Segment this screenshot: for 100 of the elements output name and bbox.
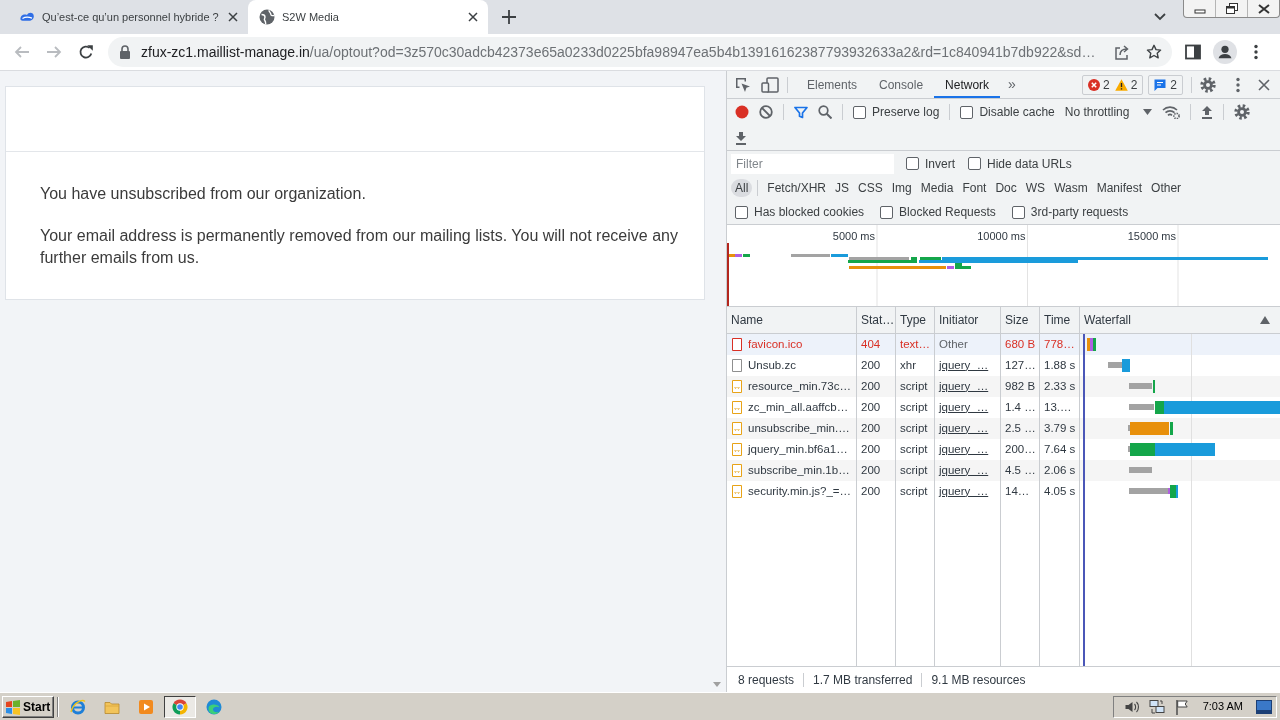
checkbox-label[interactable]: Blocked Requests	[899, 203, 996, 221]
share-icon[interactable]	[1114, 44, 1130, 60]
plus-icon[interactable]	[502, 10, 516, 24]
checkbox[interactable]	[880, 205, 894, 219]
type-filter-button[interactable]: Img	[887, 179, 916, 197]
column-header[interactable]: Type	[896, 307, 935, 333]
message-text: You have unsubscribed from our organization.	[40, 184, 367, 204]
settings-icon[interactable]	[1234, 104, 1251, 120]
checkbox[interactable]	[906, 157, 919, 170]
initiator-link[interactable]: jquery_…	[939, 398, 989, 417]
checkbox[interactable]	[1011, 205, 1025, 219]
column-header[interactable]: Time	[1040, 307, 1080, 333]
sort-arrow-icon[interactable]	[1260, 316, 1270, 324]
device-icon[interactable]	[761, 76, 779, 93]
star-icon[interactable]	[1146, 44, 1162, 60]
type-filter-button[interactable]: Media	[916, 179, 958, 197]
type-filter-button[interactable]: Fetch/XHR	[763, 179, 831, 197]
type-filter-button[interactable]: Doc	[991, 179, 1021, 197]
search-icon[interactable]	[818, 105, 832, 119]
taskbar-button[interactable]	[164, 695, 196, 718]
status-text: 8 requests	[729, 672, 805, 687]
column-header[interactable]: Stat…	[857, 307, 896, 333]
flag-icon[interactable]	[1173, 698, 1190, 715]
initiator-link[interactable]: jquery_…	[939, 482, 989, 501]
close-icon[interactable]	[228, 12, 238, 22]
panel-tab[interactable]: Console	[868, 71, 935, 98]
clock[interactable]: 7:03 AM	[1202, 698, 1243, 715]
address-bar[interactable]: zfux-zc1.maillist-manage.in/ua/optout?od=3z570c30adcb42373e65a0233d0225bfa98947ea5b4b13916162387793932633a2&rd=1c840941b7db922&sd…	[108, 37, 1172, 67]
more-tabs-button[interactable]: »	[1000, 74, 1024, 95]
close-icon[interactable]	[1257, 3, 1270, 14]
initiator-link[interactable]: jquery_…	[939, 377, 989, 396]
chevron-down-icon[interactable]	[1154, 13, 1166, 21]
table-row[interactable]: resource_min.73c… 200 script jquery_… 982 B 2.33 s	[727, 376, 1280, 397]
close-icon[interactable]	[468, 12, 478, 22]
type-filter-button[interactable]: JS	[831, 179, 854, 197]
upload-icon[interactable]	[1201, 105, 1214, 119]
reload-icon[interactable]	[78, 44, 94, 60]
initiator-link[interactable]: jquery_…	[939, 356, 989, 375]
start-button[interactable]: Start	[2, 695, 54, 718]
filter-icon[interactable]	[794, 105, 808, 119]
file-name[interactable]: jquery_min.bf6a1…	[748, 440, 848, 459]
file-name[interactable]: Unsub.zc	[748, 356, 796, 375]
checkbox-label[interactable]: 3rd-party requests	[1030, 203, 1129, 221]
checkbox-label[interactable]: Invert	[925, 154, 955, 173]
network-icon[interactable]	[1148, 698, 1165, 715]
sidebar-icon[interactable]	[1185, 44, 1201, 60]
swirl-logo-icon	[206, 698, 222, 715]
type-filter-button[interactable]: Manifest	[1092, 179, 1147, 197]
initiator-link[interactable]: jquery_…	[939, 440, 989, 459]
panel-tab[interactable]: Elements	[796, 71, 869, 98]
clear-icon[interactable]	[759, 105, 773, 119]
messages-button[interactable]: 2	[1148, 74, 1183, 95]
type-filter-button[interactable]: Font	[958, 179, 991, 197]
close-icon[interactable]	[1258, 78, 1270, 91]
checkbox-label[interactable]: Disable cache	[979, 103, 1055, 121]
type-filter-button[interactable]: CSS	[854, 179, 887, 197]
initiator-link[interactable]: jquery_…	[939, 461, 989, 480]
table-row[interactable]: security.min.js?_=… 200 script jquery_… 14… 4.05 s	[727, 481, 1280, 502]
checkbox[interactable]	[735, 205, 748, 219]
throttling-select[interactable]: No throttling	[1064, 103, 1153, 121]
initiator-link[interactable]: jquery_…	[939, 419, 989, 438]
filter-input[interactable]: Filter	[731, 153, 894, 174]
record-icon[interactable]	[735, 105, 749, 119]
browser-tab[interactable]: S2W Media	[248, 0, 488, 34]
settings-icon[interactable]	[1200, 76, 1216, 93]
file-name[interactable]: resource_min.73c…	[748, 377, 851, 396]
file-name[interactable]: zc_min_all.aaffcb…	[748, 398, 849, 417]
table-row[interactable]: unsubscribe_min.… 200 script jquery_… 2.5 … 3.79 s	[727, 418, 1280, 439]
file-name[interactable]: subscribe_min.1b…	[748, 461, 850, 480]
avatar-icon[interactable]	[1213, 40, 1237, 64]
checkbox[interactable]	[853, 105, 866, 119]
inspect-icon[interactable]	[735, 76, 751, 93]
file-name[interactable]: favicon.ico	[748, 335, 803, 354]
restore-icon[interactable]	[1225, 3, 1238, 14]
table-row[interactable]: subscribe_min.1b… 200 script jquery_… 4.5 … 2.06 s	[727, 460, 1280, 481]
checkbox-label[interactable]: Preserve log	[872, 103, 940, 121]
column-header[interactable]: Name	[727, 307, 857, 333]
column-header[interactable]: Waterfall	[1080, 307, 1280, 333]
type-filter-button[interactable]: Wasm	[1050, 179, 1092, 197]
checkbox-label[interactable]: Hide data URLs	[987, 154, 1072, 173]
type-filter-button[interactable]: All	[731, 179, 753, 197]
column-header[interactable]: Size	[1001, 307, 1040, 333]
browser-tab[interactable]: Qu’est-ce qu’un personnel hybride ?	[8, 0, 248, 34]
show-desktop-icon[interactable]	[1256, 699, 1272, 714]
network-conditions-icon[interactable]	[1162, 105, 1181, 119]
type-filter-button[interactable]: Other	[1147, 179, 1186, 197]
file-name[interactable]: unsubscribe_min.…	[748, 419, 850, 438]
file-name[interactable]: security.min.js?_=…	[748, 482, 851, 501]
round-logo-icon	[172, 698, 188, 715]
checkbox[interactable]	[960, 105, 974, 119]
download-icon[interactable]	[735, 130, 747, 145]
issues-button[interactable]: 2 2	[1081, 74, 1144, 95]
file-icon	[732, 359, 742, 372]
column-header[interactable]: Initiator	[935, 307, 1001, 333]
table-row[interactable]: favicon.ico 404 text… Other 680 B 778…	[727, 334, 1280, 355]
type-filter-button[interactable]: WS	[1021, 179, 1050, 197]
more-icon[interactable]	[1236, 76, 1240, 93]
checkbox-label[interactable]: Has blocked cookies	[754, 203, 865, 221]
menu-icon[interactable]	[1254, 44, 1258, 60]
checkbox[interactable]	[968, 157, 981, 170]
